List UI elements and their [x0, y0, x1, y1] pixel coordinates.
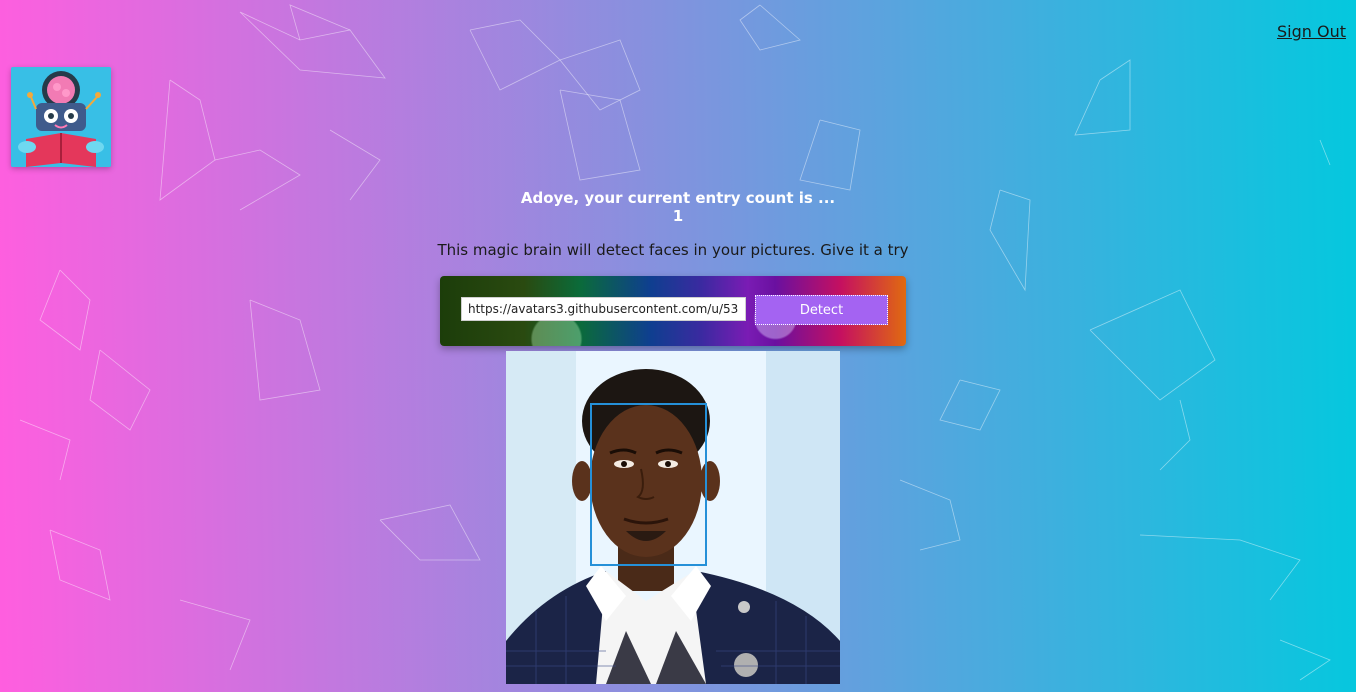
entry-count-message: Adoye, your current entry count is ... [520, 189, 836, 207]
entry-rank: Adoye, your current entry count is ... 1 [0, 189, 1356, 225]
entry-count-value: 1 [672, 207, 684, 225]
face-recognition-result [506, 351, 840, 684]
image-url-input[interactable] [461, 297, 746, 321]
bounding-box [590, 403, 707, 566]
app-logo[interactable] [11, 67, 111, 167]
detect-button[interactable]: Detect [755, 295, 888, 325]
brain-robot-icon [11, 67, 111, 167]
intro-text: This magic brain will detect faces in yo… [437, 241, 909, 259]
sign-out-link[interactable]: Sign Out [1277, 22, 1346, 41]
top-nav: Sign Out [1277, 22, 1346, 41]
image-link-form: Detect [440, 276, 906, 346]
